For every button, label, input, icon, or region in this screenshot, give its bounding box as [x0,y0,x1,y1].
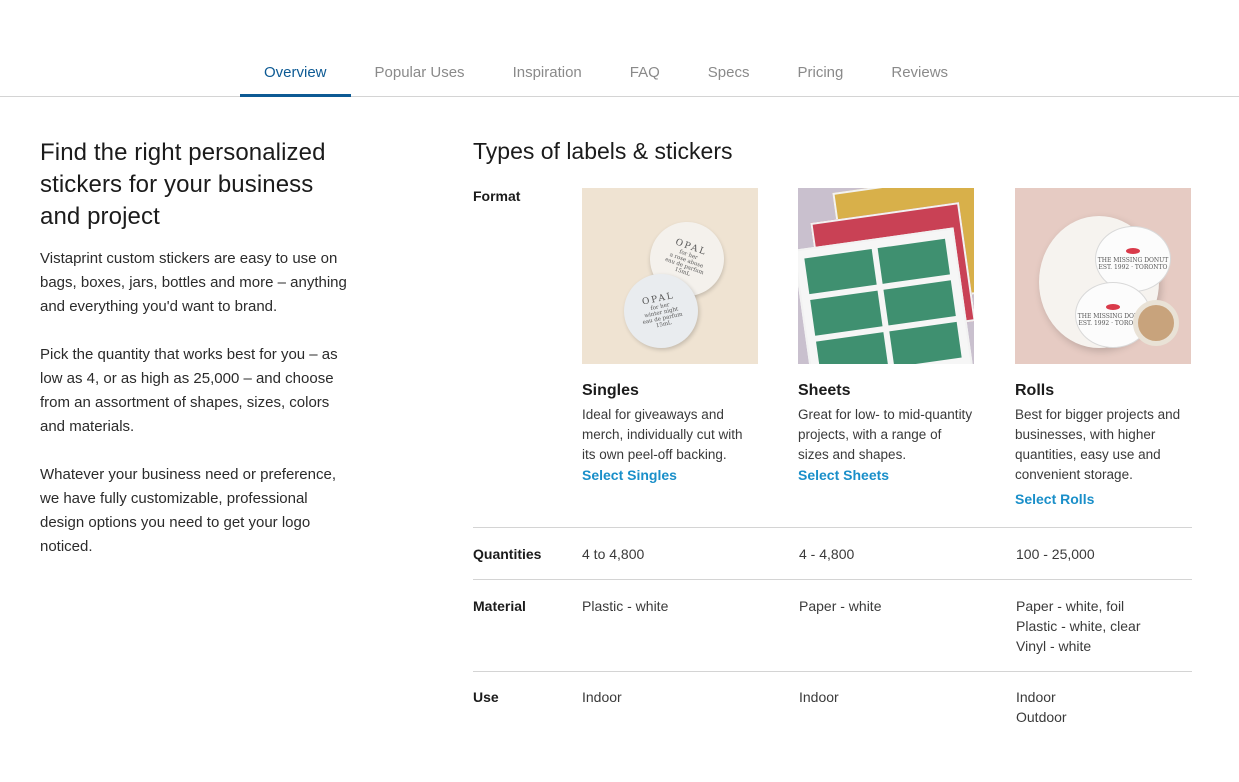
use-rolls-item: Indoor [1016,689,1056,705]
use-sheets: Indoor [799,689,839,705]
intro-section: Find the right personalized stickers for… [40,137,350,559]
product-description: Ideal for giveaways and merch, individua… [582,407,743,462]
roll-sticker-brand: THE MISSING DONUT [1097,256,1169,264]
rolls-image: THE MISSING DONUT EST. 1992 · TORONTO TH… [1015,188,1191,364]
material-sheets: Paper - white [799,598,882,614]
product-description: Best for bigger projects and businesses,… [1015,407,1181,482]
material-rolls: Paper - white, foil Plastic - white, cle… [1016,596,1140,656]
product-title: Singles [582,382,639,399]
row-label-material: Material [473,598,526,614]
quantities-sheets: 4 - 4,800 [799,546,855,562]
intro-paragraph: Vistaprint custom stickers are easy to u… [40,250,347,315]
intro-paragraph: Pick the quantity that works best for yo… [40,346,338,435]
row-label-use: Use [473,689,499,705]
sheet-label [883,280,956,326]
use-rolls: Indoor Outdoor [1016,687,1067,727]
row-label-quantities: Quantities [473,546,542,562]
roll-core [1133,300,1179,346]
intro-paragraph: Whatever your business need or preferenc… [40,466,336,555]
product-card-singles: OPAL for her a rose abuse eau de parfum … [582,188,758,483]
sheet-label [816,332,889,364]
product-description: Great for low- to mid-quantity projects,… [798,407,973,462]
material-rolls-item: Paper - white, foil [1016,598,1125,614]
lips-icon [1106,303,1120,310]
tab-popular-uses[interactable]: Popular Uses [351,48,489,96]
select-singles-link[interactable]: Select Singles [582,467,758,483]
row-divider [473,579,1192,580]
product-card-rolls: THE MISSING DONUT EST. 1992 · TORONTO TH… [1015,188,1191,507]
lips-icon [1126,247,1140,254]
use-rolls-item: Outdoor [1016,709,1067,725]
select-rolls-link[interactable]: Select Rolls [1015,491,1191,507]
sheet-label [804,249,877,295]
product-title: Sheets [798,382,851,399]
types-section: Types of labels & stickers [473,137,1193,165]
tab-list: Overview Popular Uses Inspiration FAQ Sp… [240,48,972,97]
sheet-label [810,290,883,336]
select-sheets-link[interactable]: Select Sheets [798,467,974,483]
intro-heading: Find the right personalized stickers for… [40,139,326,230]
tab-reviews[interactable]: Reviews [867,48,972,96]
section-tab-bar: Overview Popular Uses Inspiration FAQ Sp… [0,48,1239,97]
quantities-rolls: 100 - 25,000 [1016,546,1095,562]
material-rolls-item: Vinyl - white [1016,638,1092,654]
roll-sticker-sub: EST. 1992 · TORONTO [1098,263,1168,271]
tab-inspiration[interactable]: Inspiration [489,48,606,96]
tab-faq[interactable]: FAQ [606,48,684,96]
sheets-image [798,188,974,364]
types-heading: Types of labels & stickers [473,138,733,164]
row-label-format: Format [473,188,521,204]
sheet-label [889,321,962,364]
row-divider [473,671,1192,672]
product-title: Rolls [1015,382,1055,399]
sticker-sheet [798,227,973,364]
use-singles: Indoor [582,689,622,705]
material-singles: Plastic - white [582,598,669,614]
singles-image: OPAL for her a rose abuse eau de parfum … [582,188,758,364]
product-card-sheets: Sheets Great for low- to mid-quantity pr… [798,188,974,483]
material-rolls-item: Plastic - white, clear [1016,618,1141,634]
sheet-label [877,238,950,284]
tab-overview[interactable]: Overview [240,48,351,97]
row-divider [473,527,1192,528]
quantities-singles: 4 to 4,800 [582,546,645,562]
tab-specs[interactable]: Specs [684,48,774,96]
tab-pricing[interactable]: Pricing [774,48,868,96]
